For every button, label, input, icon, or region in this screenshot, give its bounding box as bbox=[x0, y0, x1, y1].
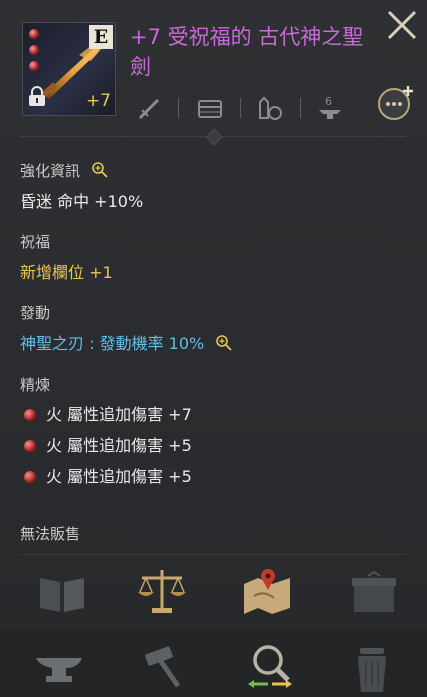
svg-text:6: 6 bbox=[325, 95, 332, 108]
refine-item: 火 屬性追加傷害 +7 bbox=[24, 401, 192, 425]
blessing-label: 祝福 bbox=[20, 233, 51, 251]
item-title: +7 受祝福的 古代神之聖劍 bbox=[130, 25, 364, 79]
chest-icon bbox=[198, 100, 222, 118]
red-gem-icon bbox=[24, 440, 36, 452]
enhance-level: +7 bbox=[85, 91, 111, 111]
red-gem-icon bbox=[24, 471, 36, 483]
box-icon[interactable] bbox=[346, 568, 402, 618]
divider bbox=[20, 554, 407, 555]
activate-value: 神聖之刃 : 發動機率 10% bbox=[20, 330, 233, 354]
magnify-plus-icon[interactable] bbox=[215, 334, 233, 352]
red-gem-icon bbox=[24, 409, 36, 421]
blessing-value: 新增欄位 +1 bbox=[20, 263, 113, 282]
refine-label: 精煉 bbox=[20, 376, 51, 394]
castle-bag-icon bbox=[259, 96, 282, 120]
magnify-swap-icon[interactable] bbox=[242, 640, 298, 690]
item-category-icons: 6 bbox=[130, 90, 400, 126]
socket-gem-icon bbox=[29, 45, 39, 55]
grade-badge: E bbox=[89, 25, 113, 49]
enhance-info-value: 昏迷 命中 +10% bbox=[20, 192, 144, 211]
book-icon[interactable] bbox=[34, 568, 90, 618]
lock-icon bbox=[29, 86, 45, 106]
anvil-6-icon: 6 bbox=[319, 95, 341, 119]
chat-plus-icon[interactable] bbox=[376, 84, 416, 122]
enhance-info-label: 強化資訊 bbox=[20, 160, 109, 181]
item-icon[interactable]: E +7 bbox=[22, 22, 116, 116]
map-icon[interactable] bbox=[240, 566, 296, 616]
unsellable-label: 無法販售 bbox=[20, 525, 81, 543]
scales-icon[interactable] bbox=[134, 566, 190, 616]
divider-ornament bbox=[205, 128, 223, 146]
socket-gem-icon bbox=[29, 61, 39, 71]
magnify-plus-icon[interactable] bbox=[91, 161, 109, 179]
sword-icon bbox=[138, 98, 160, 120]
socket-gem-icon bbox=[29, 29, 39, 39]
trash-icon[interactable] bbox=[344, 644, 400, 694]
activate-label: 發動 bbox=[20, 304, 51, 322]
refine-item: 火 屬性追加傷害 +5 bbox=[24, 463, 192, 487]
anvil-icon[interactable] bbox=[32, 644, 88, 694]
hammer-icon[interactable] bbox=[138, 640, 194, 690]
refine-item: 火 屬性追加傷害 +5 bbox=[24, 432, 192, 456]
close-icon[interactable] bbox=[385, 8, 419, 42]
item-tooltip-panel: E +7 +7 受祝福的 古代神之聖劍 6 強化資訊 昏迷 命中 +10% 祝福… bbox=[0, 0, 427, 697]
